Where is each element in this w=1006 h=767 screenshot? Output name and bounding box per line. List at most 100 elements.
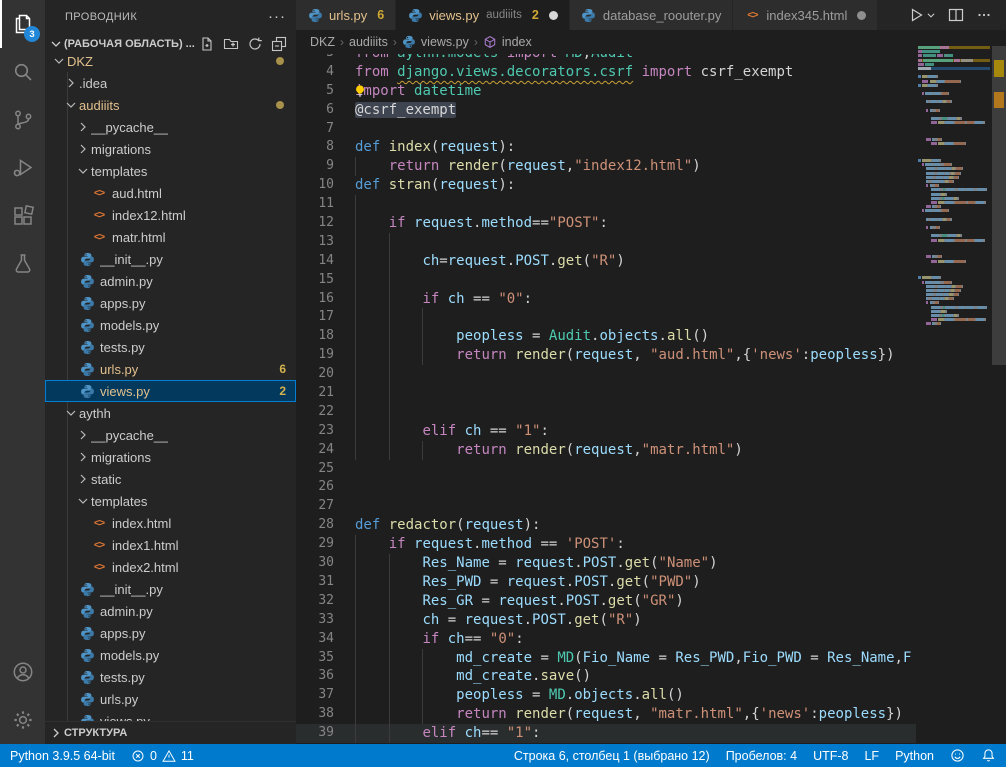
- tree-item-tests.py[interactable]: tests.py: [45, 666, 296, 688]
- code-line-19[interactable]: 19 return render(request, "aud.html",{'n…: [296, 346, 916, 365]
- code-line-32[interactable]: 32 Res_GR = request.POST.get("GR"): [296, 592, 916, 611]
- search-icon[interactable]: [0, 48, 45, 96]
- tree-item-models.py[interactable]: models.py: [45, 644, 296, 666]
- tree-item-admin.py[interactable]: admin.py: [45, 270, 296, 292]
- tab-index345.html[interactable]: <>index345.html: [733, 0, 878, 30]
- code-line-27[interactable]: 27: [296, 497, 916, 516]
- tree-item-templates[interactable]: templates: [45, 490, 296, 512]
- code-line-13[interactable]: 13: [296, 233, 916, 252]
- code-line-20[interactable]: 20: [296, 365, 916, 384]
- tree-item-matr.html[interactable]: <>matr.html: [45, 226, 296, 248]
- status-item[interactable]: UTF-8: [805, 744, 856, 767]
- tree-item-tests.py[interactable]: tests.py: [45, 336, 296, 358]
- tab-database_roouter.py[interactable]: database_roouter.py: [570, 0, 734, 30]
- code-line-4[interactable]: 4from django.views.decorators.csrf impor…: [296, 63, 916, 82]
- unsaved-dot-icon[interactable]: [549, 11, 558, 20]
- code-line-34[interactable]: 34 if ch== "0":: [296, 630, 916, 649]
- tree-item-migrations[interactable]: migrations: [45, 138, 296, 160]
- tree-item-index2.html[interactable]: <>index2.html: [45, 556, 296, 578]
- code-line-28[interactable]: 28def redactor(request):: [296, 516, 916, 535]
- source-control-icon[interactable]: [0, 96, 45, 144]
- code-line-5[interactable]: 5import datetime: [296, 82, 916, 101]
- code-line-24[interactable]: 24 return render(request,"matr.html"): [296, 441, 916, 460]
- python-interpreter-status[interactable]: Python 3.9.5 64-bit: [0, 744, 123, 767]
- tree-item-.idea[interactable]: .idea: [45, 72, 296, 94]
- tree-item-aythh[interactable]: aythh: [45, 402, 296, 424]
- explorer-more-actions-icon[interactable]: ···: [268, 8, 286, 25]
- tree-item-audiiits[interactable]: audiiits: [45, 94, 296, 116]
- outline-section-header[interactable]: СТРУКТУРА: [45, 721, 296, 744]
- tree-item-admin.py[interactable]: admin.py: [45, 600, 296, 622]
- unsaved-dot-icon[interactable]: [857, 11, 866, 20]
- status-item[interactable]: Пробелов: 4: [718, 744, 805, 767]
- code-area[interactable]: 3from aythh.models import MD,Audit4from …: [296, 44, 916, 743]
- code-line-21[interactable]: 21: [296, 384, 916, 403]
- code-line-33[interactable]: 33 ch = request.POST.get("R"): [296, 611, 916, 630]
- code-line-36[interactable]: 36 md_create.save(): [296, 667, 916, 686]
- breadcrumb-item-views.py[interactable]: views.py: [402, 35, 469, 50]
- tree-item-index1.html[interactable]: <>index1.html: [45, 534, 296, 556]
- problems-status[interactable]: 0 11: [123, 744, 202, 767]
- code-line-29[interactable]: 29 if request.method == 'POST':: [296, 535, 916, 554]
- tree-item-index12.html[interactable]: <>index12.html: [45, 204, 296, 226]
- tree-item-apps.py[interactable]: apps.py: [45, 292, 296, 314]
- code-line-25[interactable]: 25: [296, 460, 916, 479]
- settings-gear-icon[interactable]: [0, 696, 45, 744]
- status-item[interactable]: Строка 6, столбец 1 (выбрано 12): [506, 744, 718, 767]
- tree-item-models.py[interactable]: models.py: [45, 314, 296, 336]
- code-line-14[interactable]: 14 ch=request.POST.get("R"): [296, 252, 916, 271]
- testing-icon[interactable]: [0, 240, 45, 288]
- tree-item-__pycache__[interactable]: __pycache__: [45, 116, 296, 138]
- minimap[interactable]: [916, 30, 992, 744]
- run-python-file-icon[interactable]: [908, 7, 936, 23]
- run-debug-icon[interactable]: [0, 144, 45, 192]
- code-line-22[interactable]: 22: [296, 403, 916, 422]
- code-line-38[interactable]: 38 return render(request, "matr.html",{'…: [296, 705, 916, 724]
- code-line-8[interactable]: 8def index(request):: [296, 138, 916, 157]
- lightbulb-icon[interactable]: [353, 84, 367, 98]
- code-line-15[interactable]: 15: [296, 271, 916, 290]
- refresh-icon[interactable]: [246, 35, 264, 53]
- account-icon[interactable]: [0, 648, 45, 696]
- code-line-17[interactable]: 17: [296, 308, 916, 327]
- explorer-icon[interactable]: 3: [0, 0, 45, 48]
- breadcrumb-item-audiiits[interactable]: audiiits: [349, 35, 388, 49]
- tree-item-__init__.py[interactable]: __init__.py: [45, 248, 296, 270]
- tree-item-static[interactable]: static: [45, 468, 296, 490]
- code-line-7[interactable]: 7: [296, 120, 916, 139]
- code-line-12[interactable]: 12 if request.method=="POST":: [296, 214, 916, 233]
- tab-urls.py[interactable]: urls.py6: [296, 0, 396, 30]
- code-line-39[interactable]: 39 elif ch== "1":: [296, 724, 916, 743]
- tree-item-templates[interactable]: templates: [45, 160, 296, 182]
- tree-item-__pycache__[interactable]: __pycache__: [45, 424, 296, 446]
- code-line-30[interactable]: 30 Res_Name = request.POST.get("Name"): [296, 554, 916, 573]
- split-editor-icon[interactable]: [948, 7, 964, 23]
- tree-item-migrations[interactable]: migrations: [45, 446, 296, 468]
- code-line-31[interactable]: 31 Res_PWD = request.POST.get("PWD"): [296, 573, 916, 592]
- code-line-18[interactable]: 18 peopless = Audit.objects.all(): [296, 327, 916, 346]
- feedback-smiley-icon[interactable]: [942, 744, 973, 767]
- tree-item-urls.py[interactable]: urls.py: [45, 688, 296, 710]
- breadcrumb-item-DKZ[interactable]: DKZ: [310, 35, 335, 49]
- tree-item-urls.py[interactable]: urls.py6: [45, 358, 296, 380]
- status-item[interactable]: LF: [856, 744, 887, 767]
- code-line-11[interactable]: 11: [296, 195, 916, 214]
- tree-item-aud.html[interactable]: <>aud.html: [45, 182, 296, 204]
- code-line-10[interactable]: 10def stran(request):: [296, 176, 916, 195]
- code-editor[interactable]: 3from aythh.models import MD,Audit4from …: [296, 30, 1006, 744]
- tree-item-__init__.py[interactable]: __init__.py: [45, 578, 296, 600]
- notifications-bell-icon[interactable]: [973, 744, 1006, 767]
- code-line-16[interactable]: 16 if ch == "0":: [296, 290, 916, 309]
- tree-item-index.html[interactable]: <>index.html: [45, 512, 296, 534]
- status-item[interactable]: Python: [887, 744, 942, 767]
- tab-views.py[interactable]: views.pyaudiiits2: [396, 0, 570, 30]
- code-line-9[interactable]: 9 return render(request,"index12.html"): [296, 157, 916, 176]
- code-line-35[interactable]: 35 md_create = MD(Fio_Name = Res_PWD,Fio…: [296, 649, 916, 668]
- new-folder-icon[interactable]: [222, 35, 240, 53]
- workspace-section-header[interactable]: (РАБОЧАЯ ОБЛАСТЬ) ...: [45, 33, 296, 55]
- collapse-folders-icon[interactable]: [270, 35, 288, 53]
- editor-scrollbar[interactable]: [992, 30, 1006, 744]
- more-actions-icon[interactable]: [976, 7, 992, 23]
- new-file-icon[interactable]: [198, 35, 216, 53]
- tree-item-apps.py[interactable]: apps.py: [45, 622, 296, 644]
